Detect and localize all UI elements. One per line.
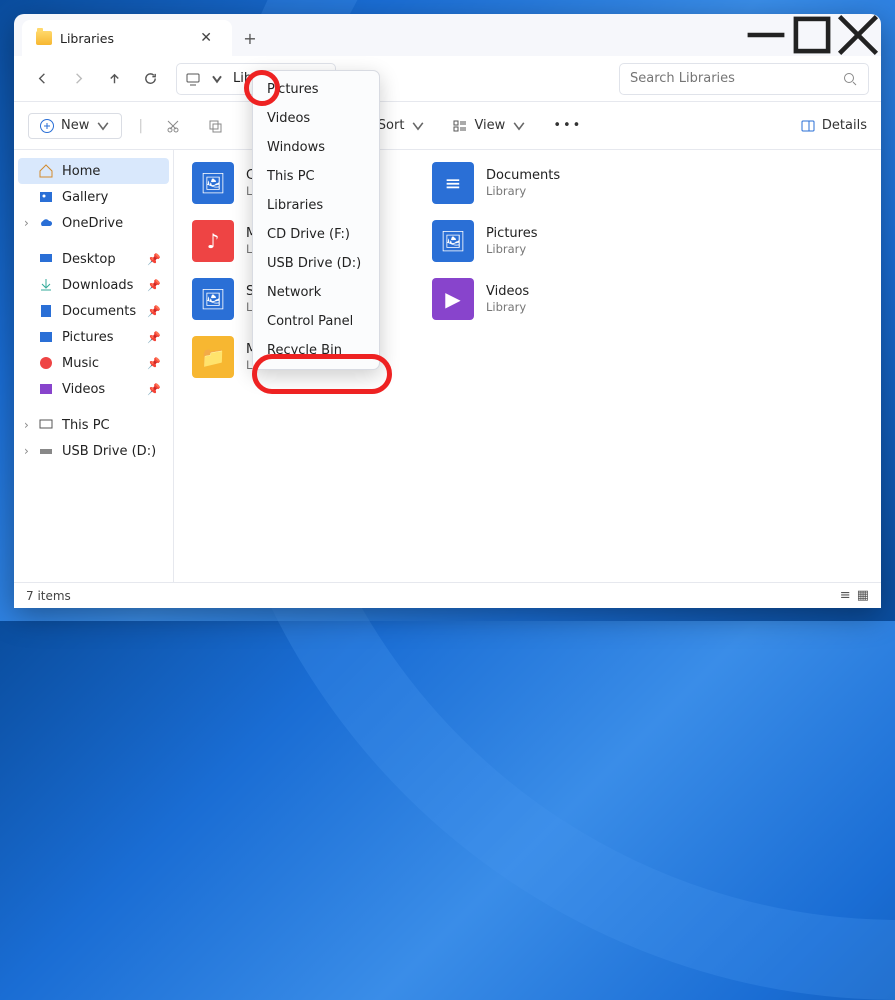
more-button[interactable]: ••• xyxy=(547,114,588,137)
up-button[interactable] xyxy=(98,63,130,95)
close-button[interactable] xyxy=(835,14,881,56)
dropdown-item[interactable]: CD Drive (F:) xyxy=(253,220,379,249)
plus-circle-icon xyxy=(39,118,55,134)
picture-icon: 🖼 xyxy=(192,162,234,204)
sidebar-item-downloads[interactable]: Downloads📌 xyxy=(18,272,169,298)
search-box[interactable] xyxy=(619,63,869,95)
picture-icon: 🖼 xyxy=(432,220,474,262)
cut-button[interactable] xyxy=(159,114,187,138)
music-icon: ♪ xyxy=(192,220,234,262)
folder-icon: 📁 xyxy=(192,336,234,378)
document-icon xyxy=(38,303,54,319)
sidebar-item-gallery[interactable]: Gallery xyxy=(18,184,169,210)
sidebar-item-thispc[interactable]: This PC xyxy=(18,412,169,438)
dropdown-item[interactable]: USB Drive (D:) xyxy=(253,249,379,278)
copy-icon xyxy=(207,118,223,134)
videos-icon xyxy=(38,381,54,397)
pin-icon: 📌 xyxy=(147,305,161,318)
dropdown-item[interactable]: Network xyxy=(253,278,379,307)
status-text: 7 items xyxy=(26,589,71,603)
pin-icon: 📌 xyxy=(147,253,161,266)
folder-icon xyxy=(36,31,52,45)
dropdown-item[interactable]: Videos xyxy=(253,104,379,133)
address-bar: Libraries xyxy=(14,56,881,102)
chevron-down-icon xyxy=(410,118,426,134)
details-view-icon[interactable]: ≡ xyxy=(840,588,851,603)
window-controls xyxy=(743,14,881,56)
details-button[interactable]: Details xyxy=(800,118,867,134)
pictures-icon xyxy=(38,329,54,345)
forward-button[interactable] xyxy=(62,63,94,95)
pin-icon: 📌 xyxy=(147,279,161,292)
monitor-icon xyxy=(185,71,201,87)
toolbar: New | | Sort View ••• Details xyxy=(14,102,881,150)
plus-icon: + xyxy=(243,29,256,48)
new-button[interactable]: New xyxy=(28,113,122,139)
sidebar-item-pictures[interactable]: Pictures📌 xyxy=(18,324,169,350)
chevron-down-icon xyxy=(95,118,111,134)
gallery-icon xyxy=(38,189,54,205)
dropdown-item[interactable]: Pictures xyxy=(253,75,379,104)
sidebar-item-documents[interactable]: Documents📌 xyxy=(18,298,169,324)
picture-icon: 🖼 xyxy=(192,278,234,320)
panel-icon xyxy=(800,118,816,134)
tab-title: Libraries xyxy=(60,31,114,46)
download-icon xyxy=(38,277,54,293)
dropdown-item-control-panel[interactable]: Control Panel xyxy=(253,307,379,336)
dropdown-item[interactable]: This PC xyxy=(253,162,379,191)
chevron-down-icon xyxy=(511,118,527,134)
thumbnails-view-icon[interactable]: ▦ xyxy=(857,588,869,603)
home-icon xyxy=(38,163,54,179)
pc-icon xyxy=(38,417,54,433)
library-item-pictures[interactable]: 🖼PicturesLibrary xyxy=(432,220,632,262)
pin-icon: 📌 xyxy=(147,357,161,370)
library-item-documents[interactable]: ≡DocumentsLibrary xyxy=(432,162,632,204)
desktop-icon xyxy=(38,251,54,267)
search-input[interactable] xyxy=(630,71,842,86)
sidebar-item-videos[interactable]: Videos📌 xyxy=(18,376,169,402)
sidebar-item-desktop[interactable]: Desktop📌 xyxy=(18,246,169,272)
music-icon xyxy=(38,355,54,371)
explorer-window: Libraries ✕ + Libraries New xyxy=(14,14,881,608)
dropdown-item[interactable]: Recycle Bin xyxy=(253,336,379,365)
close-tab-icon[interactable]: ✕ xyxy=(194,28,218,48)
search-icon xyxy=(842,71,858,87)
back-button[interactable] xyxy=(26,63,58,95)
pin-icon: 📌 xyxy=(147,331,161,344)
scissors-icon xyxy=(165,118,181,134)
document-icon: ≡ xyxy=(432,162,474,204)
pin-icon: 📌 xyxy=(147,383,161,396)
sidebar-item-onedrive[interactable]: OneDrive xyxy=(18,210,169,236)
navigation-pane: Home Gallery OneDrive Desktop📌 Downloads… xyxy=(14,150,174,582)
address-history-dropdown: Pictures Videos Windows This PC Librarie… xyxy=(252,70,380,370)
body: Home Gallery OneDrive Desktop📌 Downloads… xyxy=(14,150,881,582)
chevron-down-icon[interactable] xyxy=(209,71,225,87)
copy-button[interactable] xyxy=(201,114,229,138)
dropdown-item[interactable]: Windows xyxy=(253,133,379,162)
sidebar-item-usb[interactable]: USB Drive (D:) xyxy=(18,438,169,464)
maximize-button[interactable] xyxy=(789,14,835,56)
sidebar-item-home[interactable]: Home xyxy=(18,158,169,184)
new-tab-button[interactable]: + xyxy=(232,20,268,56)
view-button[interactable]: View xyxy=(446,114,533,138)
drive-icon xyxy=(38,443,54,459)
refresh-button[interactable] xyxy=(134,63,166,95)
dropdown-item[interactable]: Libraries xyxy=(253,191,379,220)
tab-libraries[interactable]: Libraries ✕ xyxy=(22,20,232,56)
titlebar: Libraries ✕ + xyxy=(14,14,881,56)
status-bar: 7 items ≡ ▦ xyxy=(14,582,881,608)
video-icon: ▶ xyxy=(432,278,474,320)
cloud-icon xyxy=(38,215,54,231)
library-item-videos[interactable]: ▶VideosLibrary xyxy=(432,278,632,320)
sidebar-item-music[interactable]: Music📌 xyxy=(18,350,169,376)
ellipsis-icon: ••• xyxy=(553,118,582,133)
view-icon xyxy=(452,118,468,134)
minimize-button[interactable] xyxy=(743,14,789,56)
